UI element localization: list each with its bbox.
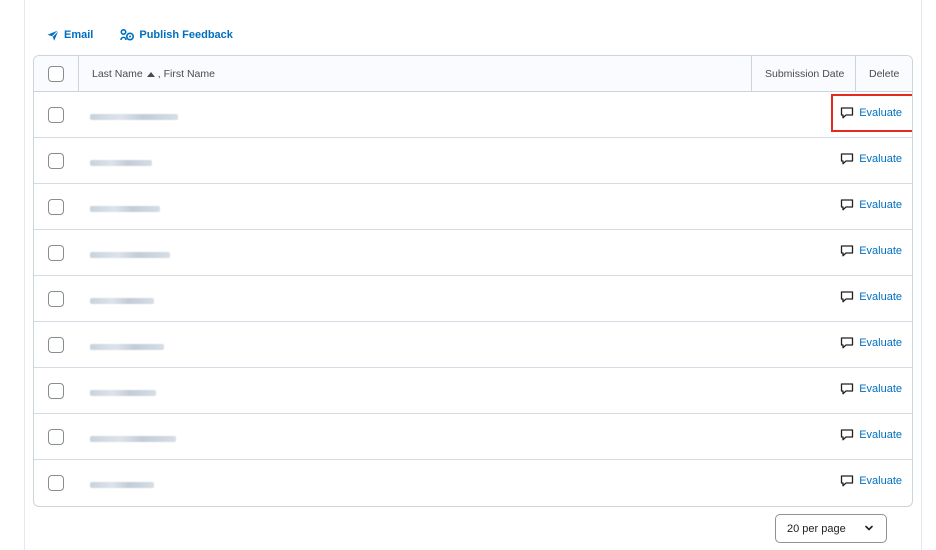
column-divider [78, 56, 79, 91]
evaluate-link[interactable]: Evaluate [840, 153, 902, 165]
speech-bubble-icon [841, 107, 854, 119]
submission-date-header[interactable]: Submission Date [765, 68, 844, 80]
speech-bubble-icon [841, 291, 854, 303]
toolbar: Email Publish Feedback [47, 26, 233, 44]
people-feedback-icon [120, 29, 135, 41]
student-name-redacted [90, 114, 178, 120]
evaluate-label[interactable]: Evaluate [859, 199, 902, 211]
student-name-redacted [90, 344, 164, 350]
evaluate-label[interactable]: Evaluate [859, 383, 902, 395]
table-row: Evaluate [34, 230, 912, 276]
paper-plane-icon [47, 29, 59, 41]
student-name-redacted [90, 206, 160, 212]
last-name-header[interactable]: Last Name [92, 68, 143, 80]
table-row: Evaluate [34, 322, 912, 368]
row-checkbox[interactable] [48, 383, 64, 399]
student-name-redacted [90, 252, 170, 258]
speech-bubble-icon [841, 153, 854, 165]
table-row: Evaluate [34, 184, 912, 230]
select-all-checkbox[interactable] [48, 66, 64, 82]
speech-bubble-icon [841, 429, 854, 441]
delete-header: Delete [869, 68, 900, 80]
publish-feedback-label: Publish Feedback [139, 29, 233, 41]
column-divider [751, 56, 752, 91]
student-name-redacted [90, 298, 154, 304]
evaluate-link[interactable]: Evaluate [840, 107, 902, 119]
evaluate-link[interactable]: Evaluate [840, 475, 902, 487]
email-label: Email [64, 29, 94, 41]
evaluate-label[interactable]: Evaluate [859, 337, 902, 349]
speech-bubble-icon [841, 383, 854, 395]
evaluate-link[interactable]: Evaluate [840, 383, 902, 395]
speech-bubble-icon [841, 475, 854, 487]
row-checkbox[interactable] [48, 475, 64, 491]
table-header: Last Name , First Name Submission Date D… [34, 56, 912, 92]
publish-feedback-button[interactable]: Publish Feedback [120, 29, 233, 41]
column-divider [855, 56, 856, 91]
evaluate-link[interactable]: Evaluate [840, 429, 902, 441]
table-row: Evaluate [34, 368, 912, 414]
evaluate-label[interactable]: Evaluate [859, 291, 902, 303]
student-name-redacted [90, 436, 176, 442]
row-checkbox[interactable] [48, 153, 64, 169]
sort-ascending-icon [146, 71, 155, 77]
table-row: Evaluate [34, 460, 912, 506]
student-name-redacted [90, 390, 156, 396]
student-name-redacted [90, 160, 152, 166]
evaluate-label[interactable]: Evaluate [859, 475, 902, 487]
table-row: Evaluate [34, 276, 912, 322]
row-checkbox[interactable] [48, 199, 64, 215]
speech-bubble-icon [841, 199, 854, 211]
evaluate-label[interactable]: Evaluate [859, 245, 902, 257]
row-checkbox[interactable] [48, 291, 64, 307]
chevron-down-icon [865, 525, 873, 531]
evaluate-link[interactable]: Evaluate [840, 291, 902, 303]
row-checkbox[interactable] [48, 337, 64, 353]
evaluate-link[interactable]: Evaluate [840, 245, 902, 257]
evaluate-link[interactable]: Evaluate [840, 337, 902, 349]
speech-bubble-icon [841, 337, 854, 349]
email-button[interactable]: Email [47, 29, 93, 41]
evaluate-label[interactable]: Evaluate [859, 107, 902, 119]
row-checkbox[interactable] [48, 429, 64, 445]
submissions-table: Last Name , First Name Submission Date D… [33, 55, 913, 507]
evaluate-label[interactable]: Evaluate [859, 153, 902, 165]
table-row: Evaluate [34, 92, 912, 138]
row-checkbox[interactable] [48, 107, 64, 123]
first-name-header[interactable]: , First Name [158, 68, 215, 80]
per-page-select[interactable]: 20 per page [775, 514, 887, 543]
evaluate-label[interactable]: Evaluate [859, 429, 902, 441]
row-checkbox[interactable] [48, 245, 64, 261]
table-row: Evaluate [34, 138, 912, 184]
table-row: Evaluate [34, 414, 912, 460]
evaluate-link[interactable]: Evaluate [840, 199, 902, 211]
name-column-header[interactable]: Last Name , First Name [92, 68, 215, 80]
student-name-redacted [90, 482, 154, 488]
speech-bubble-icon [841, 245, 854, 257]
per-page-value: 20 per page [787, 522, 846, 535]
